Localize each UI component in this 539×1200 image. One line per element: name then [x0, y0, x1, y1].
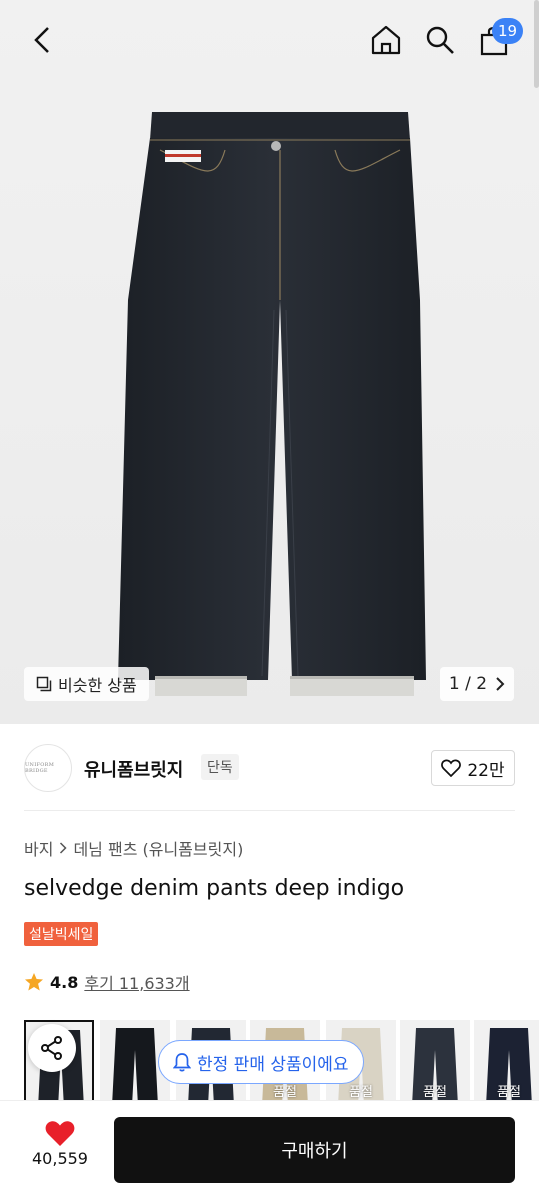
chevron-left-icon	[34, 27, 49, 53]
heart-outline-icon	[441, 759, 462, 777]
brand-like-count: 22만	[467, 760, 505, 781]
sold-out-label: 품절	[497, 1085, 521, 1100]
brand-name[interactable]: 유니폼브릿지	[84, 756, 183, 782]
rating-row: 4.8 후기 11,633개	[24, 970, 190, 994]
search-button[interactable]	[420, 20, 460, 60]
star-icon	[25, 973, 43, 991]
reviews-link[interactable]: 후기 11,633개	[84, 970, 189, 994]
divider	[24, 810, 515, 811]
chevron-right-icon	[496, 677, 505, 691]
similar-products-button[interactable]: 비슷한 상품	[24, 667, 149, 701]
sold-out-label: 품절	[423, 1085, 447, 1100]
image-pager[interactable]: 1 / 2	[440, 667, 514, 701]
exclusive-badge: 단독	[201, 754, 239, 780]
home-button[interactable]	[366, 20, 406, 60]
brand-row: UNIFORM BRIDGE 유니폼브릿지 단독 22만	[24, 742, 515, 794]
color-option-thumbnail[interactable]: 품절	[400, 1020, 470, 1100]
brand-logo-text: UNIFORM BRIDGE	[25, 762, 55, 774]
sale-badge: 설날빅세일	[24, 922, 99, 946]
bottom-action-bar: 40,559 구매하기	[0, 1100, 539, 1200]
breadcrumb-item-category[interactable]: 바지	[24, 836, 53, 860]
cart-button[interactable]: 19	[474, 18, 524, 60]
heart-filled-icon	[45, 1121, 75, 1146]
share-button[interactable]	[28, 1024, 76, 1072]
brand-logo[interactable]: UNIFORM BRIDGE	[24, 744, 72, 792]
breadcrumb: 바지 데님 팬츠 (유니폼브릿지)	[24, 836, 243, 860]
chevron-right-icon	[60, 842, 68, 854]
bell-icon	[173, 1053, 191, 1072]
brand-like-button[interactable]: 22만	[431, 750, 515, 786]
buy-button-label: 구매하기	[281, 1141, 348, 1162]
scrollbar-thumb[interactable]	[534, 0, 539, 88]
wishlist-button[interactable]: 40,559	[20, 1119, 100, 1168]
breadcrumb-item-subcategory[interactable]: 데님 팬츠 (유니폼브릿지)	[73, 836, 243, 860]
wishlist-count: 40,559	[32, 1149, 88, 1168]
product-image[interactable]: 비슷한 상품 1 / 2	[0, 0, 539, 724]
back-button[interactable]	[22, 20, 62, 60]
rating-score: 4.8	[50, 972, 79, 992]
search-icon	[426, 26, 454, 54]
pager-text: 1 / 2	[448, 674, 488, 694]
jeans-illustration	[118, 112, 426, 696]
limited-sale-notice[interactable]: 한정 판매 상품이에요	[158, 1040, 364, 1084]
top-header: 19	[0, 0, 539, 80]
product-title: selvedge denim pants deep indigo	[24, 876, 405, 901]
color-option-thumbnail[interactable]: 품절	[474, 1020, 539, 1100]
limited-sale-label: 한정 판매 상품이에요	[197, 1054, 349, 1075]
home-icon	[371, 25, 401, 55]
similar-icon	[36, 676, 52, 692]
cart-count-badge: 19	[492, 18, 524, 44]
similar-products-label: 비슷한 상품	[58, 676, 137, 695]
buy-button[interactable]: 구매하기	[114, 1117, 515, 1183]
share-icon	[41, 1036, 62, 1060]
